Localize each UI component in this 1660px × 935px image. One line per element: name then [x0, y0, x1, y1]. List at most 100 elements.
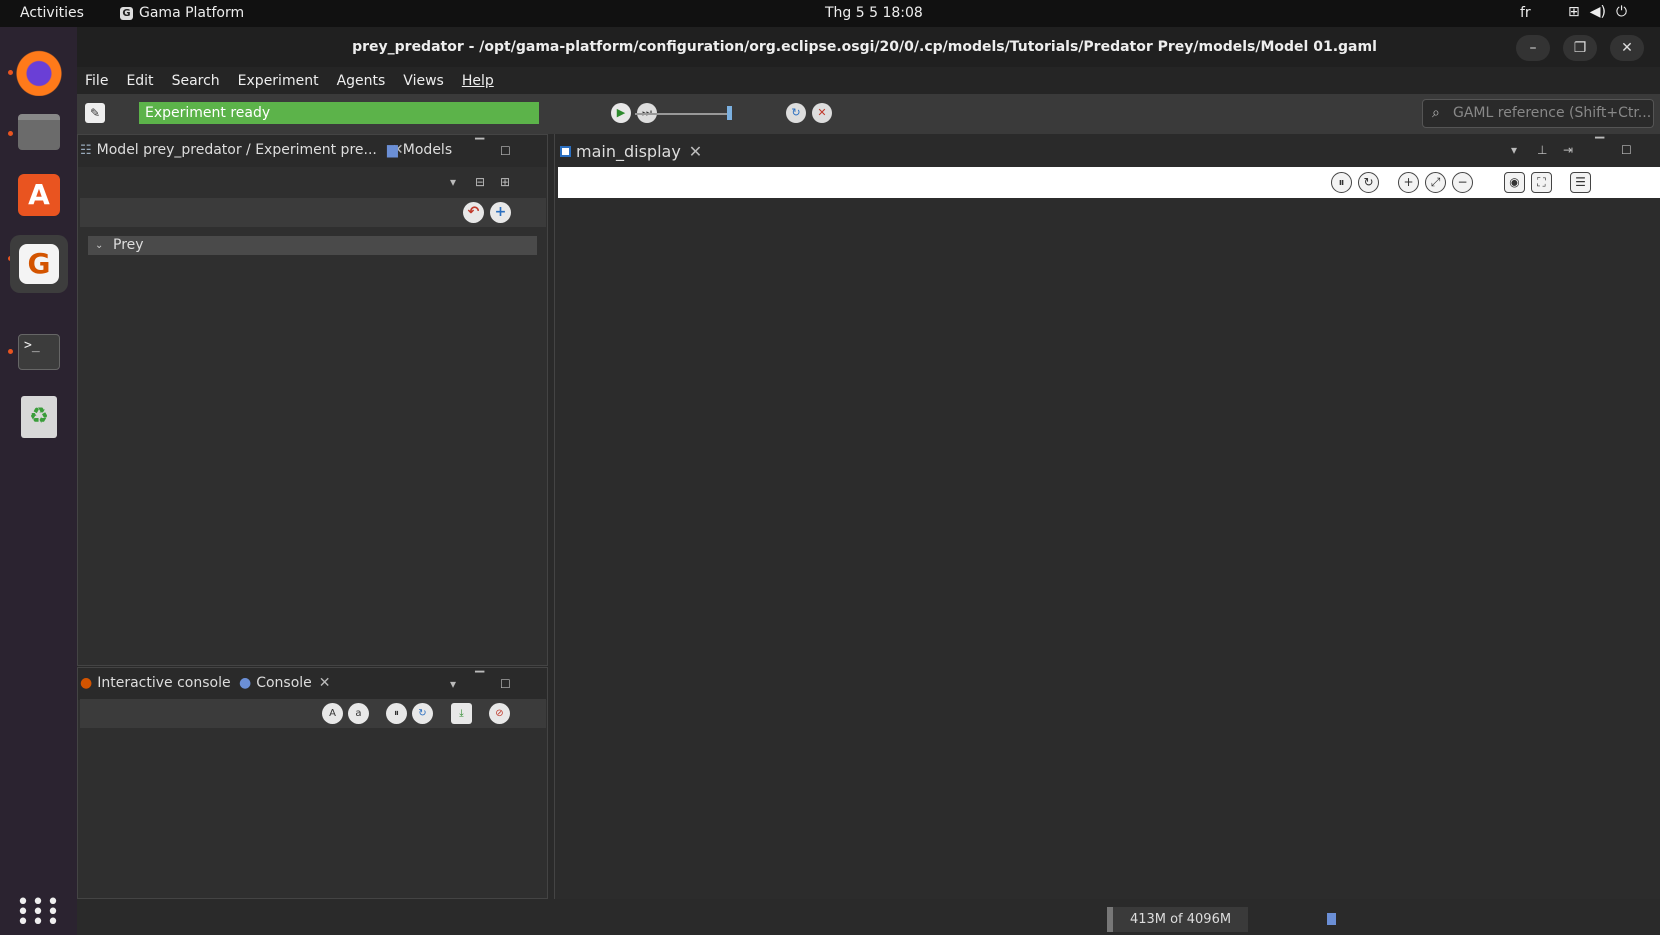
- maximize-panel-icon[interactable]: ☐: [500, 144, 511, 158]
- tab-console[interactable]: ● Console ✕: [239, 675, 331, 691]
- language-indicator[interactable]: fr: [1520, 5, 1531, 21]
- minimize-panel-icon[interactable]: ▔: [475, 138, 484, 152]
- trash-icon[interactable]: ♻: [14, 392, 64, 442]
- chevron-down-icon[interactable]: ⌄: [95, 236, 103, 255]
- gaml-reference-search[interactable]: ⌕ GAML reference (Shift+Ctr...: [1422, 99, 1654, 128]
- zoom-in-icon[interactable]: +: [1398, 172, 1419, 193]
- system-tray[interactable]: ⊞ ◀) ⏻: [1568, 4, 1627, 20]
- parameters-toolbar: ↶ +: [80, 198, 546, 227]
- restore-button[interactable]: ❐: [1563, 35, 1597, 61]
- gama-app-icon: G: [120, 6, 133, 20]
- power-icon: ⏻: [1615, 4, 1628, 20]
- toolbar: ✎ Experiment ready ▶ ⏭ ↻ ✕ ⌕ GAML refere…: [77, 94, 1660, 134]
- console-icon: ●: [239, 675, 252, 691]
- pause-console-icon[interactable]: ⏸: [386, 703, 407, 724]
- memory-status[interactable]: 413M of 4096M: [1113, 907, 1248, 932]
- status-bar: 413M of 4096M: [77, 902, 1660, 935]
- menu-agents[interactable]: Agents: [337, 73, 386, 89]
- activities-button[interactable]: Activities: [20, 5, 84, 21]
- parameters-icon: ☷: [80, 142, 92, 158]
- menu-search[interactable]: Search: [172, 73, 220, 89]
- display-view-menu-icon[interactable]: ▾: [1511, 143, 1517, 157]
- files-icon[interactable]: [14, 107, 64, 157]
- revert-icon[interactable]: ↶: [463, 202, 484, 223]
- app-menu[interactable]: G Gama Platform: [120, 5, 244, 21]
- view-menu-icon[interactable]: ▾: [450, 175, 456, 189]
- menu-edit[interactable]: Edit: [126, 73, 153, 89]
- console-minimize-icon[interactable]: ▔: [475, 671, 484, 685]
- tree-item-prey[interactable]: ⌄ Prey: [88, 236, 537, 255]
- tree-item-label: Prey: [113, 237, 144, 253]
- tab-main-display[interactable]: main_display ✕: [560, 142, 702, 161]
- network-icon: ⊞: [1568, 4, 1580, 20]
- display-minimize-icon[interactable]: ▔: [1595, 137, 1604, 151]
- increase-font-icon[interactable]: A: [322, 703, 343, 724]
- menu-views[interactable]: Views: [403, 73, 444, 89]
- display-tabbar: main_display ✕ ▾ ⊥ ⇥ ▔ ☐: [555, 134, 1660, 167]
- refresh-console-icon[interactable]: ↻: [412, 703, 433, 724]
- tab-model-experiment[interactable]: ☷ Model prey_predator / Experiment pre..…: [80, 142, 404, 158]
- tab-models[interactable]: ▆ Models: [387, 142, 452, 158]
- display-sync-icon[interactable]: ⇥: [1563, 143, 1573, 157]
- edit-model-icon[interactable]: ✎: [85, 103, 105, 123]
- play-icon[interactable]: ▶: [611, 103, 631, 123]
- menu-bar: File Edit Search Experiment Agents Views…: [77, 67, 1660, 94]
- console-view-menu-icon[interactable]: ▾: [450, 677, 456, 691]
- console-maximize-icon[interactable]: ☐: [500, 677, 511, 691]
- search-icon: ⌕: [1432, 105, 1440, 121]
- display-pin-icon[interactable]: ⊥: [1537, 143, 1547, 157]
- reload-icon[interactable]: ↻: [786, 103, 806, 123]
- terminal-icon[interactable]: >_: [14, 327, 64, 377]
- menu-file[interactable]: File: [85, 73, 108, 89]
- system-top-bar: Activities G Gama Platform Thg 5 5 18:08…: [0, 0, 1660, 27]
- parameters-tabbar: ☷ Model prey_predator / Experiment pre..…: [78, 135, 547, 167]
- gc-icon[interactable]: [1327, 913, 1336, 925]
- display-icon: [560, 146, 571, 157]
- firefox-icon[interactable]: [14, 46, 64, 96]
- app-name-label: Gama Platform: [139, 5, 245, 21]
- minimize-button[interactable]: –: [1516, 35, 1550, 61]
- expand-all-icon[interactable]: ⊞: [500, 175, 510, 189]
- title-bar: prey_predator - /opt/gama-platform/confi…: [77, 27, 1660, 67]
- scroll-lock-icon[interactable]: ⤓: [451, 703, 472, 724]
- console-panel: ● Interactive console ● Console ✕ ▾ ▔ ☐ …: [77, 667, 548, 899]
- add-icon[interactable]: +: [490, 202, 511, 223]
- clock[interactable]: Thg 5 5 18:08: [825, 5, 923, 21]
- display-maximize-icon[interactable]: ☐: [1621, 143, 1632, 157]
- zoom-out-icon[interactable]: −: [1452, 172, 1473, 193]
- speed-slider-handle[interactable]: [727, 106, 732, 120]
- close-console-tab-icon[interactable]: ✕: [319, 675, 331, 691]
- tab-interactive-console[interactable]: ● Interactive console: [80, 675, 231, 691]
- decrease-font-icon[interactable]: a: [348, 703, 369, 724]
- menu-help[interactable]: Help: [462, 73, 494, 89]
- gama-icon[interactable]: G: [10, 235, 68, 293]
- close-display-tab-icon[interactable]: ✕: [689, 142, 702, 161]
- volume-icon: ◀): [1589, 4, 1606, 20]
- running-indicator: [8, 349, 13, 354]
- parameters-panel: ☷ Model prey_predator / Experiment pre..…: [77, 134, 548, 666]
- zoom-fit-icon[interactable]: ⤢: [1425, 172, 1446, 193]
- clear-console-icon[interactable]: ⊘: [489, 703, 510, 724]
- layers-icon[interactable]: ☰: [1570, 172, 1591, 193]
- tab-console-label: Console: [256, 675, 312, 691]
- running-indicator: [8, 131, 13, 136]
- menu-experiment[interactable]: Experiment: [238, 73, 319, 89]
- software-center-icon[interactable]: A: [14, 170, 64, 220]
- speed-slider[interactable]: [635, 113, 731, 115]
- running-indicator: [8, 70, 13, 75]
- dock: A G >_ ♻ ••• ••• •••: [0, 27, 77, 935]
- display-panel: main_display ✕ ▾ ⊥ ⇥ ▔ ☐ ⏸ ↻ + ⤢ − ◉ ⛶ ☰: [554, 134, 1660, 899]
- folder-icon: ▆: [387, 142, 398, 158]
- fullscreen-icon[interactable]: ⛶: [1531, 172, 1552, 193]
- sync-display-icon[interactable]: ↻: [1358, 172, 1379, 193]
- tab-main-display-label: main_display: [576, 142, 681, 161]
- pause-display-icon[interactable]: ⏸: [1331, 172, 1352, 193]
- stop-icon[interactable]: ✕: [812, 103, 832, 123]
- tab-model-label: Model prey_predator / Experiment pre...: [96, 142, 377, 158]
- display-toolbar: ⏸ ↻ + ⤢ − ◉ ⛶ ☰: [558, 167, 1660, 198]
- experiment-status: Experiment ready: [139, 102, 539, 124]
- snapshot-icon[interactable]: ◉: [1504, 172, 1525, 193]
- collapse-all-icon[interactable]: ⊟: [475, 175, 485, 189]
- show-apps-icon[interactable]: ••• ••• •••: [14, 892, 64, 934]
- close-window-button[interactable]: ✕: [1610, 35, 1644, 61]
